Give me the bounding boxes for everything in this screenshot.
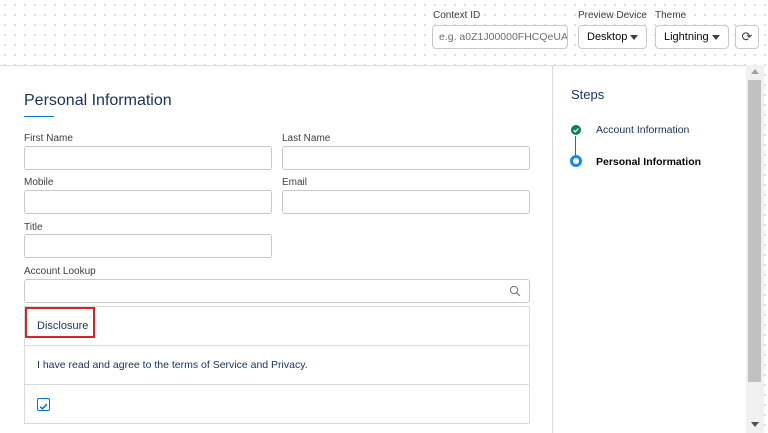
account-lookup-label: Account Lookup: [24, 266, 96, 277]
preview-device-value: Desktop: [587, 31, 628, 43]
title-underline: [24, 116, 54, 117]
chevron-down-icon: [712, 35, 720, 40]
checkmark-icon: [39, 403, 48, 410]
scroll-up-arrow-icon[interactable]: [751, 69, 759, 74]
disclosure-heading: Disclosure: [37, 320, 89, 332]
email-input[interactable]: [282, 190, 530, 214]
context-id-label: Context ID: [433, 10, 481, 21]
agree-checkbox[interactable]: [37, 398, 50, 411]
scroll-thumb[interactable]: [748, 80, 761, 382]
preview-card: Personal Information First Name Last Nam…: [0, 65, 746, 433]
disclosure-text: I have read and agree to the terms of Se…: [37, 359, 308, 371]
chevron-down-icon: [630, 35, 638, 40]
mobile-input[interactable]: [24, 190, 272, 214]
form-area: Personal Information First Name Last Nam…: [0, 66, 553, 433]
vertical-scrollbar[interactable]: [746, 65, 764, 433]
first-name-label: First Name: [24, 133, 73, 144]
step-connector: [575, 136, 576, 155]
step-current-icon: [570, 155, 582, 167]
disclosure-header-row: Disclosure: [25, 307, 529, 346]
title-label: Title: [24, 222, 43, 233]
scroll-down-arrow-icon[interactable]: [751, 422, 759, 427]
preview-device-select[interactable]: Desktop: [578, 25, 647, 49]
preview-toolbar: Context ID e.g. a0Z1J00000FHCQeUAP Previ…: [0, 0, 768, 64]
theme-value: Lightning: [664, 31, 709, 43]
step-account-information[interactable]: Account Information: [596, 124, 689, 136]
section-title: Personal Information: [24, 92, 172, 109]
step-personal-information[interactable]: Personal Information: [596, 156, 701, 168]
step-complete-icon: [571, 125, 581, 135]
theme-label: Theme: [655, 10, 687, 21]
title-input[interactable]: [24, 234, 272, 258]
disclosure-text-row: I have read and agree to the terms of Se…: [25, 346, 529, 385]
checkmark-icon: [573, 128, 579, 133]
disclosure-box: Disclosure I have read and agree to the …: [24, 306, 530, 424]
disclosure-checkbox-row: [25, 385, 529, 424]
preview-device-label: Preview Device: [578, 10, 647, 21]
email-label: Email: [282, 177, 308, 188]
last-name-label: Last Name: [282, 133, 331, 144]
steps-title: Steps: [571, 87, 605, 102]
first-name-input[interactable]: [24, 146, 272, 170]
context-id-input[interactable]: e.g. a0Z1J00000FHCQeUAP: [432, 25, 568, 49]
refresh-icon: ⟳: [741, 29, 753, 44]
theme-select[interactable]: Lightning: [655, 25, 729, 49]
refresh-button[interactable]: ⟳: [735, 25, 759, 49]
account-lookup-input[interactable]: [24, 279, 530, 303]
last-name-input[interactable]: [282, 146, 530, 170]
mobile-label: Mobile: [24, 177, 54, 188]
search-icon: [509, 285, 521, 297]
